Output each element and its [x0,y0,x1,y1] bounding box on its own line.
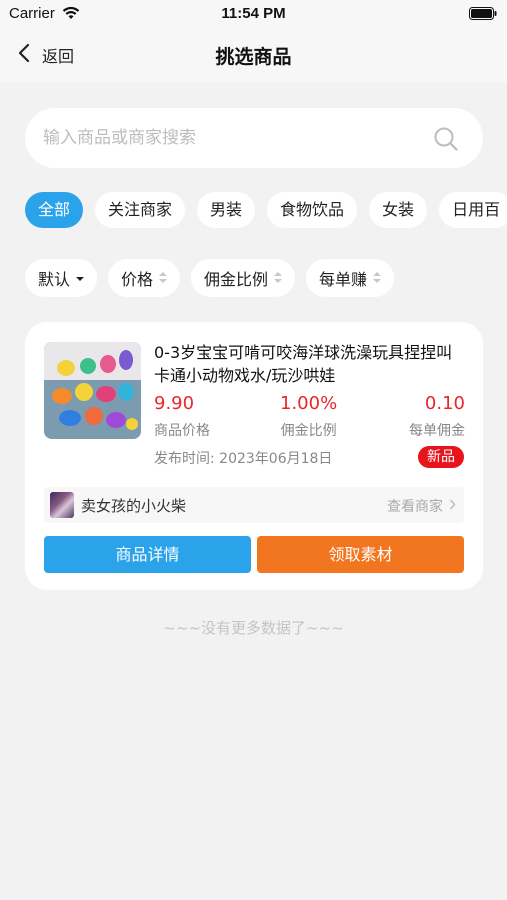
category-chip-daily-goods[interactable]: 日用百 [439,192,507,228]
sort-commission-rate-button[interactable]: 佣金比例 [191,259,296,297]
search-bar [25,108,483,168]
category-chip-food-drinks[interactable]: 食物饮品 [267,192,358,228]
sort-default-button[interactable]: 默认 [25,259,98,297]
publish-time: 发布时间: 2023年06月18日 [154,451,333,467]
no-more-data-text: ~~~没有更多数据了~~~ [163,619,344,637]
battery-icon [469,7,497,24]
sort-price-button[interactable]: 价格 [108,259,181,297]
sort-bar: 默认 价格 佣金比例 每单赚 [25,259,507,297]
commission-rate-value: 1.00% [280,393,338,414]
commission-value: 0.10 [424,393,465,414]
commission-metric: 0.10 每单佣金 [409,392,465,440]
category-chip-womenswear[interactable]: 女装 [369,192,428,228]
sort-label: 每单赚 [319,270,368,289]
merchant-avatar [50,492,74,518]
category-chip-menswear[interactable]: 男装 [197,192,256,228]
view-merchant-label: 查看商家 [387,499,443,515]
merchant-row[interactable]: 卖女孩的小火柴 查看商家 [44,487,464,523]
chevron-right-icon [449,498,456,514]
category-tabs: 全部 关注商家 男装 食物饮品 女装 日用百 [25,192,507,228]
search-icon[interactable] [433,126,459,156]
clock: 11:54 PM [221,5,286,22]
sort-arrow-icon [76,272,85,284]
get-material-button[interactable]: 领取素材 [257,536,464,573]
price-metric: 9.90 商品价格 [154,392,210,440]
commission-rate-label: 佣金比例 [280,423,337,439]
sort-earn-per-order-button[interactable]: 每单赚 [306,259,395,297]
nav-bar: 返回 挑选商品 [0,28,507,82]
category-chip-all[interactable]: 全部 [25,192,84,228]
new-badge: 新品 [418,446,464,468]
sort-label: 佣金比例 [204,270,269,289]
product-detail-button[interactable]: 商品详情 [44,536,251,573]
price-value: 9.90 [154,393,195,414]
category-chip-followed-merchants[interactable]: 关注商家 [95,192,186,228]
price-label: 商品价格 [154,423,210,439]
view-merchant-link[interactable]: 查看商家 [387,496,456,516]
product-title[interactable]: 0-3岁宝宝可啃可咬海洋球洗澡玩具捏捏叫卡通小动物戏水/玩沙哄娃 [154,341,466,387]
commission-rate-metric: 1.00% 佣金比例 [280,392,337,440]
status-bar: Carrier 11:54 PM [0,0,507,28]
sort-arrow-icon [373,272,382,284]
product-image[interactable] [44,342,141,439]
sort-label: 价格 [121,270,154,289]
search-input[interactable] [43,108,423,168]
page-title: 挑选商品 [215,46,292,68]
commission-label: 每单佣金 [409,423,465,439]
merchant-name: 卖女孩的小火柴 [81,497,187,515]
sort-arrow-icon [159,272,168,284]
sort-arrow-icon [274,272,283,284]
product-card[interactable]: 0-3岁宝宝可啃可咬海洋球洗澡玩具捏捏叫卡通小动物戏水/玩沙哄娃 9.90 商品… [25,322,483,590]
sort-label: 默认 [38,270,71,289]
